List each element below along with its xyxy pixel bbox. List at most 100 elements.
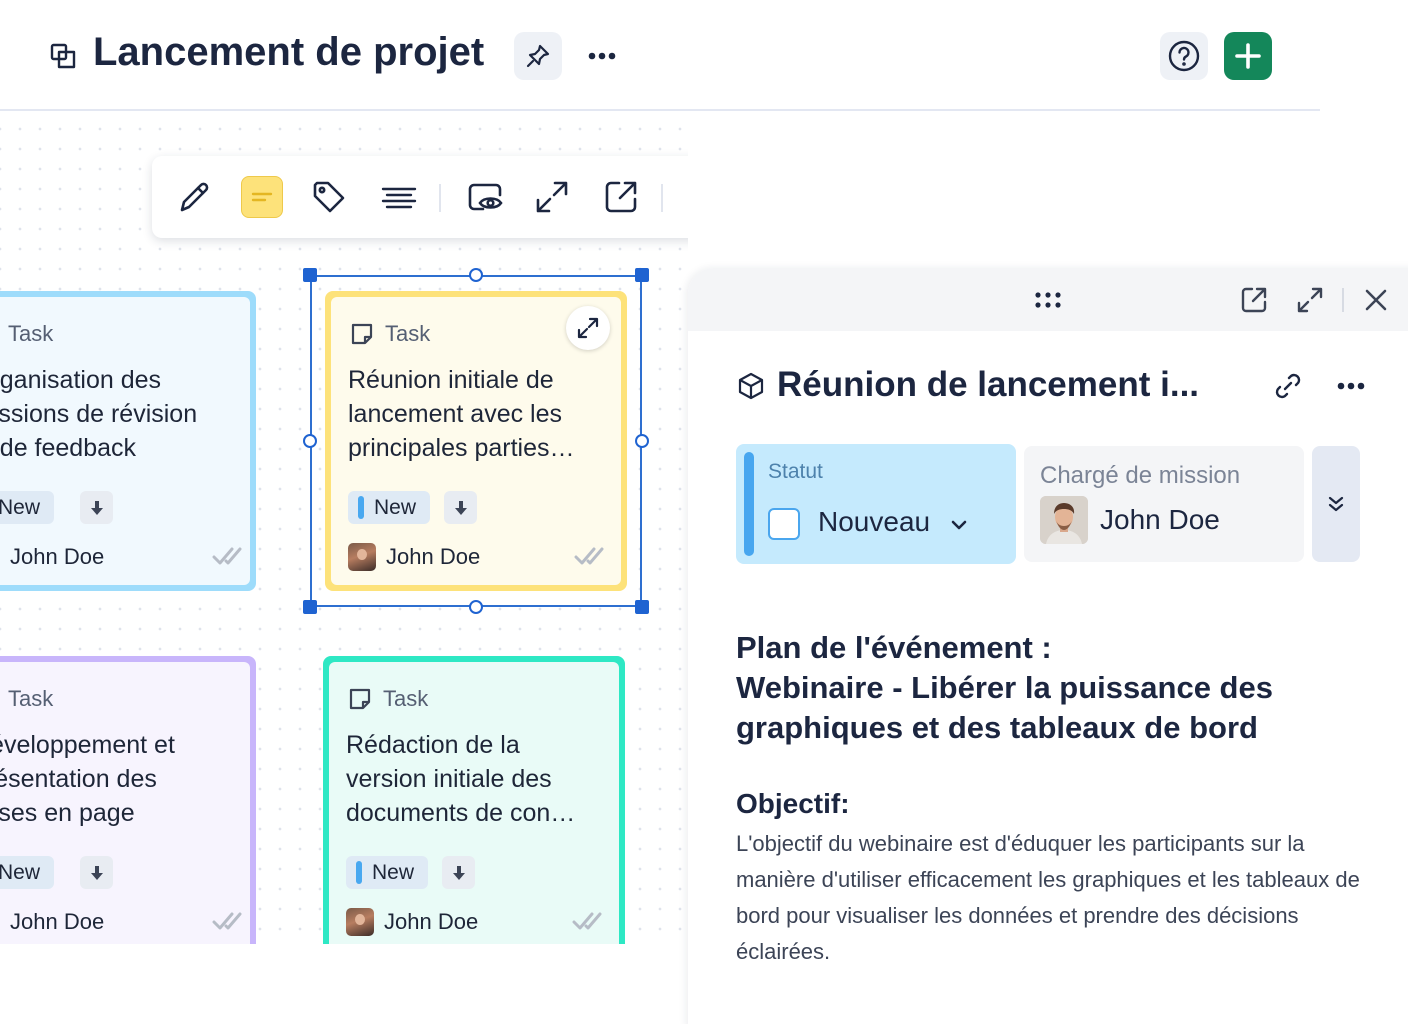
edit-pencil-icon: [180, 182, 209, 212]
ai-button[interactable]: [684, 176, 688, 218]
arrow-down-icon: [452, 865, 465, 880]
double-check-icon[interactable]: [212, 910, 242, 932]
panel-separator: [1342, 288, 1344, 312]
collapse-fields-button[interactable]: [1312, 446, 1360, 562]
task-card[interactable]: Task Organisation des sessions de révisi…: [0, 291, 256, 591]
drag-handle[interactable]: [1030, 282, 1066, 318]
assignee-label: Chargé de mission: [1040, 462, 1241, 489]
panel-open-external-button[interactable]: [1236, 282, 1272, 318]
expand-icon: [1297, 287, 1323, 313]
drag-grip-icon: [1035, 292, 1061, 308]
card-type-label: Task: [8, 686, 54, 711]
panel-expand-button[interactable]: [1292, 282, 1328, 318]
objective-text: L'objectif du webinaire est d'éduquer le…: [736, 831, 1360, 964]
resize-handle[interactable]: [469, 600, 483, 614]
task-note-icon: [349, 688, 371, 710]
status-badge[interactable]: New: [346, 856, 429, 889]
avatar: [346, 908, 374, 936]
view-eye-icon: [468, 183, 503, 211]
add-button[interactable]: [1224, 32, 1272, 80]
status-value: Nouveau: [818, 506, 931, 537]
task-card[interactable]: Task Rédaction de la version initiale de…: [323, 656, 625, 944]
tag-icon: [313, 181, 345, 213]
open-external-button[interactable]: [600, 176, 642, 218]
status-field[interactable]: Statut Nouveau: [736, 444, 1016, 564]
resize-handle[interactable]: [635, 268, 649, 282]
avatar: [1040, 496, 1088, 544]
double-chevron-down-icon: [1328, 496, 1344, 512]
status-label: Statut: [768, 460, 823, 483]
card-assignee[interactable]: John Doe: [346, 908, 478, 936]
sticky-note-icon: [251, 192, 273, 202]
card-assignee[interactable]: John Doe: [0, 543, 104, 571]
floating-toolbar: [152, 156, 688, 238]
align-text-icon: [381, 187, 417, 209]
resize-handle[interactable]: [303, 268, 317, 282]
status-badge[interactable]: New: [0, 491, 55, 524]
status-badge[interactable]: New: [0, 856, 55, 889]
task-card[interactable]: Task Développement et présentation des m…: [0, 656, 256, 944]
plus-icon: [1235, 43, 1261, 69]
tag-button[interactable]: [308, 176, 350, 218]
event-plan-heading: Plan de l'événement : Webinaire - Libére…: [736, 628, 1356, 748]
align-button[interactable]: [378, 176, 420, 218]
toolbar-separator: [439, 184, 441, 212]
card-title: Rédaction de la version initiale des doc…: [346, 731, 576, 827]
resize-handle[interactable]: [303, 600, 317, 614]
card-title: Développement et présentation des mises …: [0, 731, 175, 827]
task-more-button[interactable]: [1334, 370, 1368, 402]
task-title[interactable]: Réunion de lancement i...: [777, 365, 1199, 405]
more-horizontal-icon: [1337, 382, 1365, 390]
help-circle-icon: [1168, 40, 1200, 72]
objective-heading: Objectif:: [736, 788, 850, 819]
link-icon[interactable]: [1272, 370, 1304, 402]
whiteboard-canvas[interactable]: Task Organisation des sessions de révisi…: [0, 113, 688, 944]
open-external-icon: [605, 181, 637, 213]
visibility-button[interactable]: [464, 176, 506, 218]
card-type-label: Task: [8, 321, 54, 346]
pin-button[interactable]: [514, 32, 562, 80]
resize-handle[interactable]: [635, 434, 649, 448]
pin-icon: [526, 44, 550, 68]
event-plan-heading-line: Webinaire - Libérer la puissance des gra…: [736, 670, 1273, 745]
close-icon: [1365, 289, 1387, 311]
card-type: Task: [0, 686, 53, 712]
expand-icon: [536, 181, 568, 213]
double-check-icon[interactable]: [212, 545, 242, 567]
arrow-down-icon: [90, 865, 103, 880]
more-horizontal-icon: [588, 52, 616, 60]
resize-handle[interactable]: [635, 600, 649, 614]
priority-button[interactable]: [442, 856, 475, 889]
assignee-field[interactable]: Chargé de mission John Doe: [1024, 446, 1304, 562]
board-copy-icon: [50, 43, 76, 69]
priority-button[interactable]: [80, 856, 113, 889]
event-plan-heading-line: Plan de l'événement :: [736, 630, 1052, 665]
task-detail-panel: Réunion de lancement i... Statut Nouveau…: [688, 268, 1408, 1024]
open-external-icon: [1241, 287, 1267, 313]
task-cube-icon: [738, 372, 764, 400]
panel-close-button[interactable]: [1358, 282, 1394, 318]
card-assignee[interactable]: John Doe: [0, 908, 104, 936]
toolbar-separator: [661, 184, 663, 212]
assignee-name: John Doe: [1100, 504, 1220, 535]
chevron-down-icon[interactable]: [948, 514, 970, 536]
double-check-icon[interactable]: [572, 910, 602, 932]
resize-handle[interactable]: [303, 434, 317, 448]
priority-button[interactable]: [80, 491, 113, 524]
status-accent: [744, 452, 754, 556]
card-type-label: Task: [383, 686, 429, 711]
card-type: Task: [347, 686, 428, 712]
help-button[interactable]: [1160, 32, 1208, 80]
board-header: Lancement de projet: [0, 0, 1320, 111]
card-title: Organisation des sessions de révision et…: [0, 366, 198, 462]
ai-sparkle-icon: [685, 177, 688, 217]
expand-button[interactable]: [531, 176, 573, 218]
sticky-note-button[interactable]: [241, 176, 283, 218]
card-type: Task: [0, 321, 53, 347]
app-root: Lancement de projet Task ganisation des …: [0, 0, 1408, 1024]
board-more-button[interactable]: [580, 34, 624, 78]
status-checkbox[interactable]: [768, 508, 800, 540]
arrow-down-icon: [90, 500, 103, 515]
edit-button[interactable]: [174, 176, 216, 218]
resize-handle[interactable]: [469, 268, 483, 282]
